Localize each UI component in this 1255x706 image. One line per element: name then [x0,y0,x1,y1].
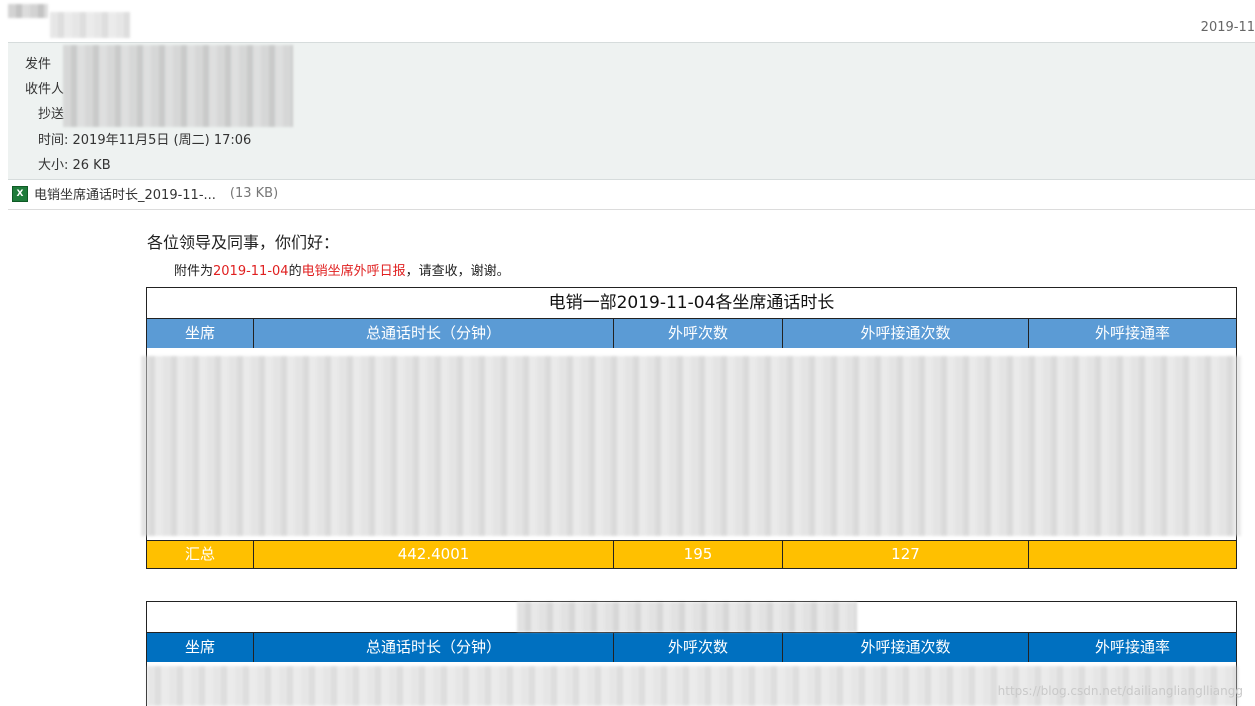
watermark: https://blog.csdn.net/dailiangliangllian… [997,684,1243,698]
body-line: 附件为2019-11-04的电销坐席外呼日报，请查收，谢谢。 [174,260,510,279]
to-label: 收件人 [25,82,65,97]
table2-title [147,602,1236,633]
th-outbound-calls: 外呼次数 [614,319,783,348]
summary-label: 汇总 [147,541,254,568]
redacted-rows [141,356,1241,536]
divider [8,209,1255,210]
th-total-duration: 总通话时长（分钟） [254,319,614,348]
redacted-recipients [63,45,293,127]
th2-total-duration: 总通话时长（分钟） [254,633,614,662]
line-suffix: ，请查收，谢谢。 [405,264,510,279]
excel-icon: X [12,185,28,202]
th-connect-rate: 外呼接通率 [1094,324,1170,342]
greeting: 各位领导及同事，你们好： [147,233,340,252]
th2-connect-rate: 外呼接通率 [1094,638,1170,656]
summary-calls: 195 [614,541,783,568]
th-seat: 坐席 [147,319,254,348]
time-row: 时间: 2019年11月5日 (周二) 17:06 [38,133,252,148]
summary-duration: 442.4001 [254,541,614,568]
line-prefix: 附件为 [174,264,214,279]
redacted-table-body [141,348,1241,540]
summary-rate [1029,541,1236,568]
table-header-row: 坐席 总通话时长（分钟） 外呼次数 外呼接通次数 外呼接通率 [147,319,1236,348]
cc-label: 抄送 [38,107,65,122]
attachment-item[interactable]: X 电销坐席通话时长_2019-11-... (13 KB) [12,184,278,203]
attachment-size: (13 KB) [229,186,279,201]
mail-date: 2019-11 [1200,20,1255,35]
table-title: 电销一部2019-11-04各坐席通话时长 [147,288,1236,319]
redacted-subject [8,4,48,18]
report-date: 2019-11-04 [213,264,289,279]
th-connected-calls: 外呼接通次数 [783,319,1029,348]
th2-connected-calls: 外呼接通次数 [783,633,1029,662]
th2-outbound-calls: 外呼次数 [614,633,783,662]
report-table-1: 电销一部2019-11-04各坐席通话时长 坐席 总通话时长（分钟） 外呼次数 … [141,287,1241,569]
table-summary-row: 汇总 442.4001 195 127 [147,540,1236,568]
line-mid: 的 [288,264,302,279]
attachment-name[interactable]: 电销坐席通话时长_2019-11-... [34,184,216,203]
window-top-strip: 2019-11 [0,0,1255,42]
redacted-title [517,602,857,632]
report-name: 电销坐席外呼日报 [301,264,406,279]
table2-header-row: 坐席 总通话时长（分钟） 外呼次数 外呼接通次数 外呼接通率 [147,633,1236,662]
mail-header: 发件 收件人 抄送 时间: 2019年11月5日 (周二) 17:06 大小: … [8,42,1255,180]
redacted-subject-2 [50,12,130,38]
size-row: 大小: 26 KB [38,158,111,173]
summary-connected: 127 [783,541,1029,568]
th2-seat: 坐席 [147,633,254,662]
from-label: 发件 [25,57,52,72]
